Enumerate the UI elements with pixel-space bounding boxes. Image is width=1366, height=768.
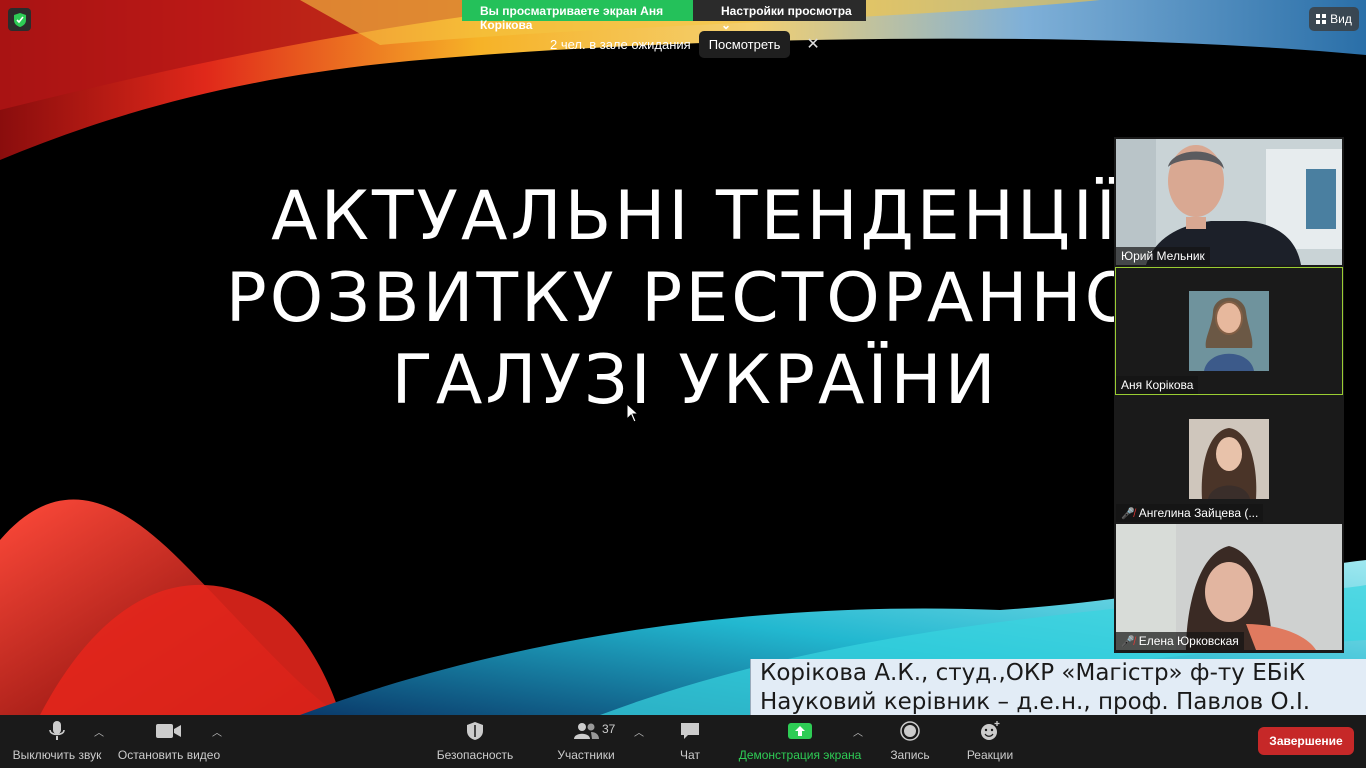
record-icon <box>900 721 920 741</box>
stop-video-button[interactable]: Остановить видео <box>116 715 222 768</box>
share-options-chevron-up-icon[interactable]: ︿ <box>853 724 863 739</box>
microphone-icon <box>49 721 65 740</box>
view-mode-label: Вид <box>1330 12 1352 26</box>
reaction-smiley-icon <box>981 721 1000 740</box>
participant-name-label: 🎤̸ Ангелина Зайцева (... <box>1116 504 1264 522</box>
reactions-button[interactable]: Реакции <box>960 715 1020 768</box>
mute-button[interactable]: Выключить звук <box>8 715 106 768</box>
waiting-room-notice: 2 чел. в зале ожидания Посмотреть ✕ <box>550 30 820 58</box>
participant-name-label: Аня Корікова <box>1116 376 1199 394</box>
chevron-down-icon: ⌄ <box>721 18 732 32</box>
video-camera-icon <box>156 724 181 738</box>
security-label: Безопасность <box>436 748 514 762</box>
close-icon[interactable]: ✕ <box>806 34 819 54</box>
meeting-toolbar: Выключить звук ︿ Остановить видео ︿ Безо… <box>0 715 1366 768</box>
viewing-screen-label: Вы просматриваете экран Аня Корікова <box>462 0 693 32</box>
participants-options-chevron-up-icon[interactable]: ︿ <box>634 724 644 739</box>
microphone-muted-icon: 🎤̸ <box>1121 635 1135 648</box>
stop-video-label: Остановить видео <box>117 748 221 762</box>
participant-name: Елена Юрковская <box>1138 634 1239 648</box>
slide-title-line-3: ГАЛУЗІ УКРАЇНИ <box>391 341 999 420</box>
end-meeting-button[interactable]: Завершение <box>1258 727 1354 755</box>
chat-bubble-icon <box>681 723 699 739</box>
participant-name: Аня Корікова <box>1121 378 1194 392</box>
chat-label: Чат <box>680 748 700 762</box>
chat-button[interactable]: Чат <box>670 715 710 768</box>
security-shield-icon <box>467 722 483 740</box>
view-mode-button[interactable]: Вид <box>1309 7 1359 31</box>
participant-tile-active-speaker[interactable]: Аня Корікова <box>1115 267 1343 395</box>
participants-icon <box>574 723 599 739</box>
participant-video-panel: Юрий Мельник Аня Корікова 🎤̸ Ангелина За… <box>1114 137 1344 653</box>
encryption-shield-icon[interactable] <box>8 8 31 31</box>
participant-tile[interactable]: 🎤̸ Ангелина Зайцева (... <box>1116 396 1342 522</box>
microphone-muted-icon: 🎤̸ <box>1121 507 1135 520</box>
share-screen-label: Демонстрация экрана <box>738 748 862 762</box>
mute-label: Выключить звук <box>12 748 102 762</box>
participant-tile[interactable]: 🎤̸ Елена Юрковская <box>1116 524 1342 650</box>
participant-name-label: Юрий Мельник <box>1116 247 1210 265</box>
slide-caption-box: Корікова А.К., студ.,ОКР «Магістр» ф-ту … <box>750 659 1366 715</box>
slide-caption-line-1: Корікова А.К., студ.,ОКР «Магістр» ф-ту … <box>760 660 1306 686</box>
participants-count: 37 <box>602 722 616 736</box>
participant-tile[interactable]: Юрий Мельник <box>1116 139 1342 265</box>
participant-name-label: 🎤̸ Елена Юрковская <box>1116 632 1244 650</box>
grid-icon <box>1316 14 1327 24</box>
slide-title: АКТУАЛЬНІ ТЕНДЕНЦІЇ РОЗВИТКУ РЕСТОРАННОЇ… <box>195 176 1195 422</box>
record-label: Запись <box>890 748 930 762</box>
participants-label: Участники <box>557 748 615 762</box>
slide-title-line-2: РОЗВИТКУ РЕСТОРАННОЇ <box>225 259 1165 338</box>
view-settings-menu[interactable]: Настройки просмотра ⌄ <box>693 0 866 32</box>
reactions-label: Реакции <box>966 748 1014 762</box>
security-button[interactable]: Безопасность <box>432 715 518 768</box>
mouse-cursor-icon <box>626 403 640 423</box>
slide-title-line-1: АКТУАЛЬНІ ТЕНДЕНЦІЇ <box>271 177 1119 256</box>
video-options-chevron-up-icon[interactable]: ︿ <box>212 724 222 739</box>
view-settings-label: Настройки просмотра <box>721 4 852 18</box>
participant-name: Ангелина Зайцева (... <box>1138 506 1259 520</box>
screen-share-banner: Вы просматриваете экран Аня Корікова Нас… <box>462 0 866 32</box>
waiting-room-text: 2 чел. в зале ожидания <box>550 36 691 52</box>
slide-caption-line-2: Науковий керівник – д.е.н., проф. Павлов… <box>760 689 1311 715</box>
participant-name: Юрий Мельник <box>1121 249 1205 263</box>
share-screen-button[interactable]: Демонстрация экрана <box>736 715 864 768</box>
share-screen-icon <box>788 723 812 739</box>
waiting-room-view-button[interactable]: Посмотреть <box>698 30 791 58</box>
record-button[interactable]: Запись <box>882 715 938 768</box>
audio-options-chevron-up-icon[interactable]: ︿ <box>94 724 104 739</box>
